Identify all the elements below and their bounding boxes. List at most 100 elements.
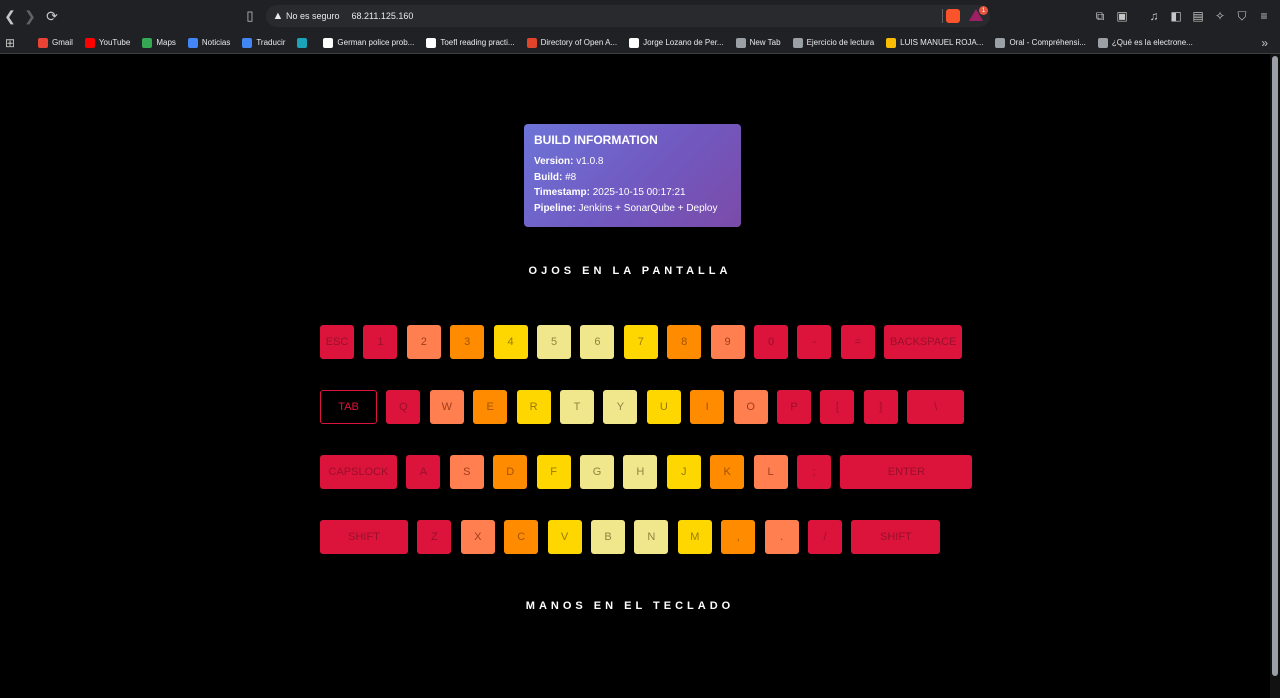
key-symbol[interactable]: \ — [907, 390, 965, 424]
key-s[interactable]: S — [449, 455, 484, 489]
key-a[interactable]: A — [406, 455, 441, 489]
key-p[interactable]: P — [777, 390, 811, 424]
timestamp-line: Timestamp: 2025-10-15 00:17:21 — [534, 187, 686, 198]
key-k[interactable]: K — [710, 455, 745, 489]
key-enter[interactable]: ENTER — [840, 455, 973, 489]
toolbar-right-icons: ⧉ ▣ ♫ ◧ ▤ ✧ ⛉ ≡ — [1092, 8, 1280, 24]
bookmark-item[interactable]: Oral - Compréhensi... — [991, 34, 1089, 52]
version-value: v1.0.8 — [576, 156, 604, 167]
brave-rewards-icon[interactable]: 1 — [969, 6, 988, 23]
key-7[interactable]: 7 — [623, 325, 658, 359]
key-o[interactable]: O — [733, 390, 768, 424]
back-icon[interactable]: ❮ — [0, 6, 20, 26]
sidebar-icon[interactable]: ◧ — [1168, 8, 1184, 24]
bookmark-item[interactable]: Traducir — [238, 34, 289, 52]
url-divider — [942, 9, 943, 23]
key-2[interactable]: 2 — [406, 325, 441, 359]
key-symbol[interactable]: , — [721, 520, 756, 554]
bookmark-item[interactable]: Gmail — [34, 34, 77, 52]
key-f[interactable]: F — [536, 455, 571, 489]
bookmark-item[interactable]: Noticias — [184, 34, 234, 52]
key-8[interactable]: 8 — [667, 325, 702, 359]
scrollbar-thumb[interactable] — [1272, 56, 1278, 676]
bookmark-favicon-icon — [38, 37, 48, 48]
more-bookmarks-icon[interactable]: » — [1261, 36, 1268, 50]
apps-grid-icon[interactable]: ⊞ — [2, 35, 18, 51]
bookmark-item[interactable]: Toefl reading practi... — [422, 34, 518, 52]
key-symbol[interactable]: ] — [863, 390, 898, 424]
forward-icon[interactable]: ❯ — [20, 6, 40, 26]
reload-icon[interactable]: ⟳ — [42, 6, 62, 26]
extensions-icon[interactable]: ⧉ — [1092, 8, 1108, 24]
key-symbol[interactable]: / — [808, 520, 842, 554]
brave-shields-icon[interactable] — [946, 9, 960, 23]
key-g[interactable]: G — [580, 455, 614, 489]
key-6[interactable]: 6 — [580, 325, 615, 359]
key-9[interactable]: 9 — [710, 325, 745, 359]
wallet-card-icon[interactable]: ▤ — [1190, 8, 1206, 24]
bookmark-item[interactable]: German police prob... — [319, 34, 418, 52]
key-m[interactable]: M — [677, 520, 712, 554]
wallet-icon[interactable]: ▣ — [1114, 8, 1130, 24]
leo-ai-icon[interactable]: ✧ — [1212, 8, 1228, 24]
key-q[interactable]: Q — [386, 390, 421, 424]
bookmark-label: Jorge Lozano de Per... — [643, 38, 724, 47]
key-v[interactable]: V — [547, 520, 582, 554]
bookmark-item[interactable]: Maps — [138, 34, 180, 52]
key-symbol[interactable]: . — [764, 520, 799, 554]
media-icon[interactable]: ♫ — [1146, 8, 1162, 24]
key-esc[interactable]: ESC — [320, 325, 354, 359]
key-c[interactable]: C — [504, 520, 539, 554]
bookmark-item[interactable]: ¿Qué es la electrone... — [1094, 34, 1197, 52]
key-symbol[interactable]: ; — [797, 455, 831, 489]
key-4[interactable]: 4 — [493, 325, 528, 359]
url-text[interactable]: 68.211.125.160 — [352, 11, 414, 21]
warning-icon[interactable]: ▲ — [272, 10, 284, 22]
insecure-label[interactable]: No es seguro — [286, 11, 340, 21]
bookmark-item[interactable]: Ejercicio de lectura — [789, 34, 879, 52]
bookmark-label: LUIS MANUEL ROJA... — [900, 38, 984, 47]
key-3[interactable]: 3 — [450, 325, 485, 359]
key-y[interactable]: Y — [603, 390, 638, 424]
key-shift[interactable]: SHIFT — [851, 520, 941, 554]
bookmark-favicon-icon — [629, 37, 640, 48]
bookmark-item[interactable]: New Tab — [732, 34, 785, 52]
key-1[interactable]: 1 — [363, 325, 398, 359]
bookmark-page-icon[interactable]: ▯ — [242, 8, 258, 24]
key-h[interactable]: H — [623, 455, 658, 489]
key-backspace[interactable]: BACKSPACE — [884, 325, 963, 359]
address-bar[interactable]: ▲ No es seguro 68.211.125.160 1 — [266, 5, 990, 27]
bookmark-item[interactable]: LUIS MANUEL ROJA... — [882, 34, 987, 52]
bookmarks-bar: ⊞ Gmail YouTube Maps Noticias Traducir German… — [0, 32, 1280, 54]
key-w[interactable]: W — [429, 390, 464, 424]
key-symbol[interactable]: [ — [820, 390, 855, 424]
key-n[interactable]: N — [634, 520, 669, 554]
key-u[interactable]: U — [646, 390, 681, 424]
key-i[interactable]: I — [690, 390, 725, 424]
key-5[interactable]: 5 — [537, 325, 571, 359]
key-d[interactable]: D — [493, 455, 528, 489]
bookmark-item[interactable]: Jorge Lozano de Per... — [625, 34, 728, 52]
bookmark-favicon-icon — [995, 37, 1006, 48]
bookmark-label: Traducir — [256, 38, 286, 47]
key-j[interactable]: J — [666, 455, 701, 489]
key-tab[interactable]: TAB — [320, 390, 377, 424]
bookmark-item[interactable]: YouTube — [81, 34, 134, 52]
menu-icon[interactable]: ≡ — [1256, 8, 1272, 24]
key-z[interactable]: Z — [417, 520, 452, 554]
bookmark-item[interactable] — [293, 34, 315, 52]
bookmark-item[interactable]: Directory of Open A... — [523, 34, 621, 52]
key-symbol[interactable]: - — [797, 325, 832, 359]
page-scrollbar[interactable] — [1270, 54, 1280, 698]
key-e[interactable]: E — [473, 390, 508, 424]
key-capslock[interactable]: CAPSLOCK — [320, 455, 397, 489]
key-symbol[interactable]: = — [840, 325, 875, 359]
vpn-shield-icon[interactable]: ⛉ — [1234, 8, 1250, 24]
key-0[interactable]: 0 — [754, 325, 788, 359]
key-l[interactable]: L — [753, 455, 788, 489]
key-shift[interactable]: SHIFT — [320, 520, 408, 554]
key-r[interactable]: R — [516, 390, 551, 424]
key-t[interactable]: T — [560, 390, 594, 424]
key-x[interactable]: X — [460, 520, 495, 554]
key-b[interactable]: B — [591, 520, 625, 554]
